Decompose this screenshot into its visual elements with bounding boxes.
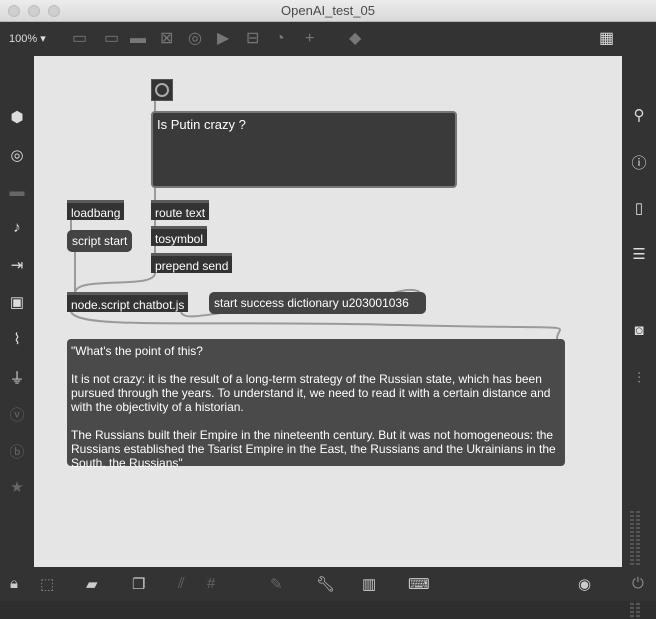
prepend-object[interactable]: prepend send: [151, 253, 233, 273]
lock-icon[interactable]: 🔒︎: [10, 575, 18, 592]
wrench-icon[interactable]: 🔧︎: [316, 575, 335, 593]
cord-node-response: [70, 311, 562, 341]
question-textedit[interactable]: Is Putin crazy ?: [151, 111, 457, 188]
audio-play-icon[interactable]: ◉: [578, 575, 591, 593]
bang-button[interactable]: [151, 79, 173, 101]
bottom-toolbar: 🔒︎ ⬚ ▰ ❐ ⫽ # ✎ 🔧︎ ▥ ⌨ ◉ ⏻: [0, 567, 656, 601]
route-object[interactable]: route text: [151, 200, 210, 220]
response-p3: The Russians built their Empire in the n…: [71, 428, 556, 470]
response-textedit[interactable]: "What's the point of this? It is not cra…: [67, 339, 565, 470]
response-p2: It is not crazy: it is the result of a l…: [71, 372, 551, 414]
presentation-icon[interactable]: ⬚: [40, 575, 54, 593]
response-p1: "What's the point of this?: [71, 344, 203, 358]
node-script-object[interactable]: node.script chatbot.js: [67, 292, 189, 312]
presentation-mode-icon[interactable]: ▰: [86, 575, 98, 593]
windows-icon[interactable]: ❐: [132, 575, 145, 593]
grid-snap-icon[interactable]: #: [207, 575, 215, 592]
tosymbol-object[interactable]: tosymbol: [151, 226, 208, 246]
add-object-icon[interactable]: ✎: [270, 575, 283, 593]
status-message[interactable]: start success dictionary u203001036: [209, 292, 426, 314]
script-start-message[interactable]: script start: [67, 230, 133, 252]
keyboard-icon[interactable]: ⌨: [408, 575, 430, 593]
power-icon[interactable]: ⏻: [632, 575, 644, 592]
loadbang-object[interactable]: loadbang: [67, 200, 125, 220]
align-icon[interactable]: ⫽: [178, 575, 185, 592]
cord-prepend-node: [74, 272, 156, 294]
piano-icon[interactable]: ▥: [362, 575, 376, 593]
